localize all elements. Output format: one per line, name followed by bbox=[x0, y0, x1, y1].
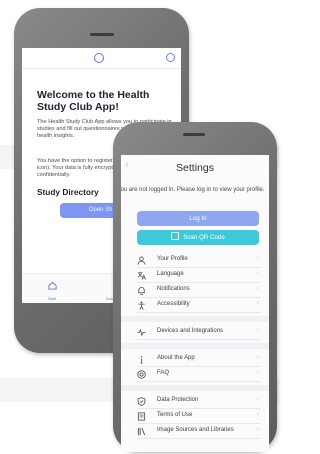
qr-code-icon bbox=[171, 232, 180, 240]
settings-item-label: Your Profile bbox=[157, 256, 188, 262]
settings-item-image-sources[interactable]: Image Sources and Libraries › bbox=[137, 425, 261, 439]
app-logo-icon bbox=[94, 53, 104, 63]
settings-item-notifications[interactable]: Notifications › bbox=[137, 284, 261, 298]
chevron-right-icon: › bbox=[256, 270, 259, 277]
pulse-icon bbox=[137, 328, 146, 337]
tab-start-label: Start bbox=[47, 297, 57, 301]
settings-item-label: Language bbox=[157, 271, 184, 277]
info-icon bbox=[140, 356, 143, 364]
phone-speaker bbox=[183, 133, 205, 136]
settings-item-accessibility[interactable]: Accessibility › bbox=[137, 299, 261, 313]
settings-item-your-profile[interactable]: Your Profile › bbox=[137, 254, 261, 268]
settings-title: Settings bbox=[176, 162, 214, 174]
document-icon bbox=[137, 412, 146, 421]
settings-item-label: Devices and Integrations bbox=[157, 328, 224, 334]
home-top-bar bbox=[22, 48, 181, 69]
settings-item-faq[interactable]: FAQ › bbox=[137, 368, 261, 382]
login-button[interactable]: Log In bbox=[137, 211, 259, 226]
chevron-right-icon: › bbox=[256, 327, 259, 334]
settings-item-label: Terms of Use bbox=[157, 412, 193, 418]
home-icon bbox=[47, 281, 57, 290]
settings-item-label: Notifications bbox=[157, 286, 190, 292]
bell-icon bbox=[138, 287, 145, 295]
scan-qr-button[interactable]: Scan QR Code bbox=[137, 230, 259, 245]
chevron-right-icon: › bbox=[256, 354, 259, 361]
shield-icon bbox=[137, 397, 146, 406]
settings-item-devices-integrations[interactable]: Devices and Integrations › bbox=[137, 326, 261, 340]
section-separator bbox=[121, 343, 269, 349]
gear-icon[interactable] bbox=[166, 53, 175, 62]
settings-item-terms-of-use[interactable]: Terms of Use › bbox=[137, 410, 261, 424]
chevron-right-icon: › bbox=[256, 396, 259, 403]
settings-item-about-app[interactable]: About the App › bbox=[137, 353, 261, 367]
help-icon bbox=[137, 370, 146, 379]
settings-item-label: Data Protection bbox=[157, 397, 199, 403]
accessibility-icon bbox=[138, 301, 145, 310]
settings-item-label: FAQ bbox=[157, 370, 170, 376]
chevron-right-icon: › bbox=[256, 411, 259, 418]
settings-item-label: Image Sources and Libraries bbox=[157, 427, 234, 433]
section-separator bbox=[121, 385, 269, 391]
tab-start[interactable]: Start bbox=[32, 277, 72, 301]
translate-icon bbox=[137, 271, 146, 280]
scan-qr-label: Scan QR Code bbox=[183, 234, 225, 241]
phone-settings-mockup: ‹ Settings You are not logged in. Please… bbox=[113, 122, 277, 452]
settings-screen: ‹ Settings You are not logged in. Please… bbox=[121, 155, 269, 452]
chevron-right-icon: › bbox=[256, 255, 259, 262]
phone-speaker bbox=[90, 33, 114, 36]
login-notice: You are not logged in. Please log in to … bbox=[121, 187, 265, 193]
chevron-right-icon: › bbox=[256, 285, 259, 292]
settings-item-data-protection[interactable]: Data Protection › bbox=[137, 395, 261, 409]
page-title: Welcome to the Health Study Club App! bbox=[37, 89, 150, 113]
study-directory-heading: Study Directory bbox=[37, 187, 99, 197]
chevron-right-icon: › bbox=[256, 369, 259, 376]
settings-item-label: Accessibility bbox=[157, 301, 190, 307]
chevron-right-icon: › bbox=[256, 300, 259, 307]
settings-item-label: About the App bbox=[157, 355, 195, 361]
section-separator bbox=[121, 316, 269, 322]
settings-item-language[interactable]: Language › bbox=[137, 269, 261, 283]
user-icon bbox=[137, 256, 146, 265]
chevron-right-icon: › bbox=[256, 426, 259, 433]
library-icon bbox=[137, 427, 146, 436]
